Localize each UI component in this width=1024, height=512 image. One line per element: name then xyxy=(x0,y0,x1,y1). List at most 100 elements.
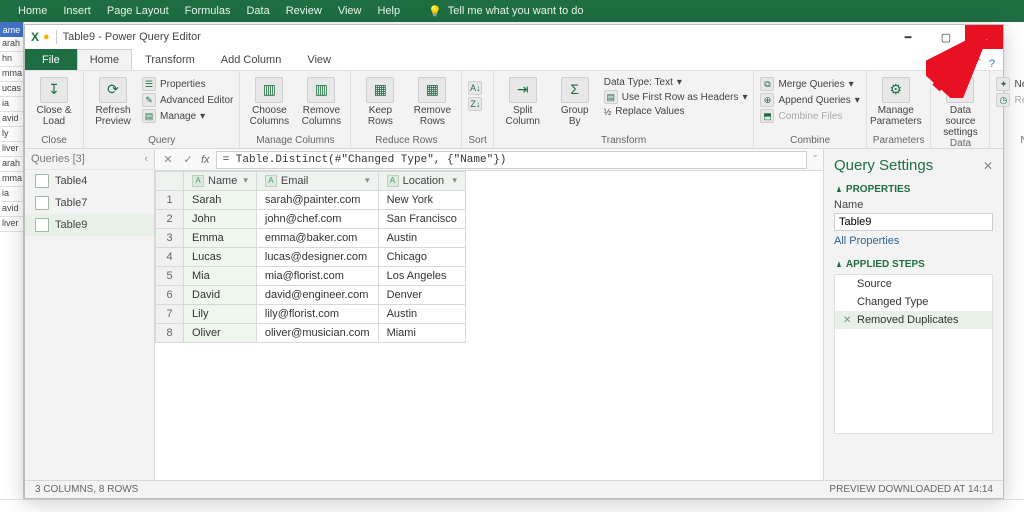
cell-name[interactable]: David xyxy=(184,286,257,305)
cell-name[interactable]: Oliver xyxy=(184,324,257,343)
choose-columns-button[interactable]: ▥Choose Columns xyxy=(246,75,292,127)
help-icon[interactable]: ? xyxy=(989,58,995,70)
properties-section-header[interactable]: ▲PROPERTIES xyxy=(834,184,993,195)
excel-tab[interactable]: Review xyxy=(286,5,322,17)
first-row-headers-button[interactable]: ▤Use First Row as Headers ▾ xyxy=(604,90,748,104)
excel-tab[interactable]: View xyxy=(338,5,362,17)
split-column-button[interactable]: ⇥Split Column xyxy=(500,75,546,127)
close-and-load-button[interactable]: ↧ Close & Load xyxy=(31,75,77,127)
data-source-settings-button[interactable]: ⚙Data source settings xyxy=(937,75,983,138)
append-queries-button[interactable]: ⊕Append Queries ▾ xyxy=(760,93,859,107)
queries-header[interactable]: Queries [3] ‹ xyxy=(25,149,154,170)
cell-location[interactable]: Los Angeles xyxy=(378,267,465,286)
cell-email[interactable]: emma@baker.com xyxy=(256,229,378,248)
cell-name[interactable]: Lily xyxy=(184,305,257,324)
table-row[interactable]: 7 Lily lily@florist.com Austin xyxy=(156,305,466,324)
tab-add-column[interactable]: Add Column xyxy=(208,49,295,70)
table-row[interactable]: 4 Lucas lucas@designer.com Chicago xyxy=(156,248,466,267)
group-by-button[interactable]: ΣGroup By xyxy=(552,75,598,127)
keep-rows-button[interactable]: ▦Keep Rows xyxy=(357,75,403,127)
column-header[interactable]: AEmail▾ xyxy=(256,172,378,191)
filter-dropdown-icon[interactable]: ▾ xyxy=(365,175,370,186)
table-row[interactable]: 3 Emma emma@baker.com Austin xyxy=(156,229,466,248)
close-pane-icon[interactable]: ✕ xyxy=(983,159,993,173)
column-header[interactable]: AName▾ xyxy=(184,172,257,191)
delete-step-icon[interactable]: ✕ xyxy=(843,315,853,326)
table-row[interactable]: 8 Oliver oliver@musician.com Miami xyxy=(156,324,466,343)
cell-name[interactable]: John xyxy=(184,210,257,229)
merge-queries-button[interactable]: ⧉Merge Queries ▾ xyxy=(760,77,859,91)
cell-email[interactable]: lucas@designer.com xyxy=(256,248,378,267)
cell-location[interactable]: Denver xyxy=(378,286,465,305)
table-row[interactable]: 1 Sarah sarah@painter.com New York xyxy=(156,191,466,210)
sort-desc-button[interactable]: Z↓ xyxy=(468,97,482,111)
applied-steps-header[interactable]: ▲APPLIED STEPS xyxy=(834,259,993,270)
all-properties-link[interactable]: All Properties xyxy=(834,235,899,247)
formula-input[interactable]: = Table.Distinct(#"Changed Type", {"Name… xyxy=(216,151,808,169)
recent-sources-button[interactable]: ◷Recent Sources ▾ xyxy=(996,93,1024,107)
cell-name[interactable]: Sarah xyxy=(184,191,257,210)
remove-rows-button[interactable]: ▦Remove Rows xyxy=(409,75,455,127)
filter-dropdown-icon[interactable]: ▾ xyxy=(243,175,248,186)
table-row[interactable]: 2 John john@chef.com San Francisco xyxy=(156,210,466,229)
remove-columns-button[interactable]: ▥Remove Columns xyxy=(298,75,344,127)
excel-tab[interactable]: Formulas xyxy=(185,5,231,17)
manage-button[interactable]: ▤Manage ▾ xyxy=(142,109,233,123)
query-item[interactable]: Table7 xyxy=(25,192,154,214)
cell-location[interactable]: Austin xyxy=(378,305,465,324)
formula-dropdown-icon[interactable]: ˇ xyxy=(813,154,817,166)
step-item[interactable]: ✕Removed Duplicates xyxy=(835,311,992,329)
data-type-button[interactable]: Data Type: Text ▾ xyxy=(604,77,748,88)
new-source-button[interactable]: ✦New Source ▾ xyxy=(996,77,1024,91)
cell-location[interactable]: New York xyxy=(378,191,465,210)
tell-me[interactable]: 💡 Tell me what you want to do xyxy=(428,5,583,18)
advanced-editor-button[interactable]: ✎Advanced Editor xyxy=(142,93,233,107)
chevron-left-icon[interactable]: ‹ xyxy=(144,153,148,165)
table-row[interactable]: 5 Mia mia@florist.com Los Angeles xyxy=(156,267,466,286)
cell-location[interactable]: Austin xyxy=(378,229,465,248)
cell-name[interactable]: Mia xyxy=(184,267,257,286)
tab-home[interactable]: Home xyxy=(77,49,132,70)
minimize-button[interactable]: ━ xyxy=(889,25,927,49)
cell-location[interactable]: San Francisco xyxy=(378,210,465,229)
close-button[interactable]: ✕ xyxy=(965,25,1003,49)
cell-email[interactable]: mia@florist.com xyxy=(256,267,378,286)
cell-email[interactable]: john@chef.com xyxy=(256,210,378,229)
cell-name[interactable]: Lucas xyxy=(184,248,257,267)
table-corner[interactable] xyxy=(156,172,184,191)
cancel-formula-icon[interactable]: ✕ xyxy=(161,153,175,166)
excel-tab[interactable]: Help xyxy=(377,5,400,17)
sort-asc-button[interactable]: A↓ xyxy=(468,81,482,95)
excel-tab[interactable]: Insert xyxy=(63,5,91,17)
cell-email[interactable]: david@engineer.com xyxy=(256,286,378,305)
step-item[interactable]: Changed Type xyxy=(835,293,992,311)
accept-formula-icon[interactable]: ✓ xyxy=(181,153,195,166)
cell-location[interactable]: Miami xyxy=(378,324,465,343)
column-header[interactable]: ALocation▾ xyxy=(378,172,465,191)
manage-parameters-button[interactable]: ⚙Manage Parameters xyxy=(873,75,919,127)
refresh-preview-button[interactable]: ⟳ Refresh Preview xyxy=(90,75,136,127)
save-icon[interactable]: ● xyxy=(43,31,50,43)
tab-transform[interactable]: Transform xyxy=(132,49,208,70)
filter-dropdown-icon[interactable]: ▾ xyxy=(452,175,457,186)
query-item[interactable]: Table4 xyxy=(25,170,154,192)
excel-tab[interactable]: Page Layout xyxy=(107,5,169,17)
replace-values-button[interactable]: ½ Replace Values xyxy=(604,106,748,117)
excel-tab[interactable]: Home xyxy=(18,5,47,17)
step-item[interactable]: Source xyxy=(835,275,992,293)
excel-tab[interactable]: Data xyxy=(246,5,269,17)
tab-file[interactable]: File xyxy=(25,49,77,70)
cell-email[interactable]: lily@florist.com xyxy=(256,305,378,324)
query-name-input[interactable] xyxy=(834,213,993,231)
combine-files-button[interactable]: ⬒Combine Files xyxy=(760,109,859,123)
properties-button[interactable]: ☰Properties xyxy=(142,77,233,91)
collapse-ribbon-icon[interactable]: ˆ xyxy=(977,58,981,70)
tab-view[interactable]: View xyxy=(294,49,344,70)
fx-icon[interactable]: fx xyxy=(201,154,210,166)
cell-name[interactable]: Emma xyxy=(184,229,257,248)
cell-email[interactable]: sarah@painter.com xyxy=(256,191,378,210)
maximize-button[interactable]: ▢ xyxy=(927,25,965,49)
query-item[interactable]: Table9 xyxy=(25,214,154,236)
cell-email[interactable]: oliver@musician.com xyxy=(256,324,378,343)
cell-location[interactable]: Chicago xyxy=(378,248,465,267)
